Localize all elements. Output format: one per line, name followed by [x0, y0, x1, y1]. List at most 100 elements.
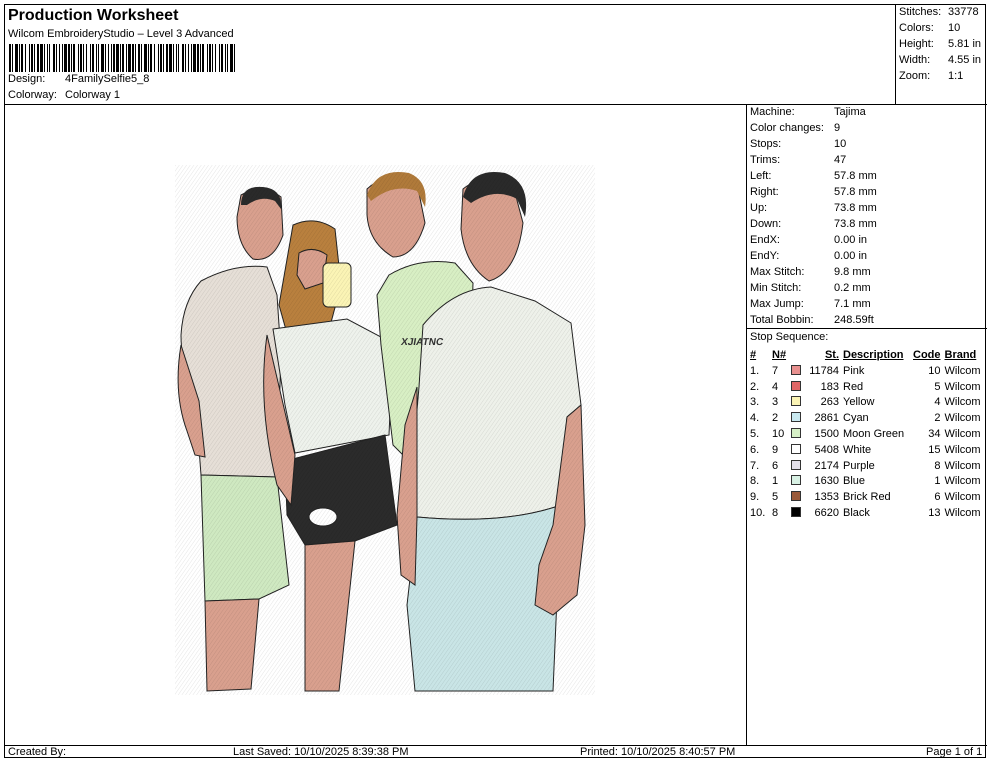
info-row: Color changes: 9	[750, 122, 840, 134]
info-label: Right:	[750, 186, 779, 198]
table-row: 7. 6 2174 Purple 8 Wilcom	[750, 458, 985, 474]
info-row: Trims: 47	[750, 154, 846, 166]
table-header-row: # N# St. Description Code Brand	[750, 347, 985, 363]
info-row: EndY: 0.00 in	[750, 250, 867, 262]
swatch-cell	[791, 458, 805, 474]
info-value: 0.00 in	[834, 234, 868, 246]
info-value: 7.1 mm	[834, 298, 871, 310]
row-code: 4	[934, 396, 941, 409]
row-brand: Wilcom	[944, 412, 981, 425]
row-code: 10	[928, 364, 941, 377]
info-row: EndX: 0.00 in	[750, 234, 867, 246]
info-label: Max Stitch:	[750, 266, 805, 278]
swatch-cell	[791, 395, 805, 411]
summary-label: Height:	[899, 38, 934, 50]
row-stitches: 183	[820, 380, 839, 393]
row-code: 15	[928, 443, 941, 456]
color-swatch	[791, 475, 801, 486]
row-description: Black	[843, 507, 870, 520]
design-label: Design:	[8, 73, 46, 85]
row-description: Purple	[843, 459, 875, 472]
row-description: Brick Red	[843, 491, 891, 504]
summary-value: 5.81 in	[948, 38, 982, 50]
col-header-stitches: St.	[824, 349, 839, 361]
row-code: 5	[934, 380, 941, 393]
printed-date: Printed: 10/10/2025 8:40:57 PM	[580, 746, 736, 758]
info-row: Machine: Tajima	[750, 106, 866, 118]
color-swatch	[791, 491, 801, 502]
row-needle: 1	[772, 475, 779, 488]
col-header-description: Description	[843, 349, 904, 361]
row-brand: Wilcom	[944, 507, 981, 520]
info-row: Left: 57.8 mm	[750, 170, 877, 182]
row-needle: 7	[772, 364, 779, 377]
swatch-cell	[791, 363, 805, 379]
info-value: 9	[834, 122, 841, 134]
row-index: 7.	[750, 459, 760, 472]
page-title: Production Worksheet	[8, 7, 179, 24]
summary-value: 33778	[948, 6, 979, 18]
table-row: 5. 10 1500 Moon Green 34 Wilcom	[750, 426, 985, 442]
machine-info-panel: Machine: Tajima Color changes: 9 Stops: 10 …	[747, 105, 987, 329]
row-description: Pink	[843, 364, 865, 377]
row-needle: 9	[772, 443, 779, 456]
info-value: 73.8 mm	[834, 202, 877, 214]
summary-label: Width:	[899, 54, 931, 66]
table-row: 9. 5 1353 Brick Red 6 Wilcom	[750, 489, 985, 505]
info-label: Machine:	[750, 106, 795, 118]
design-preview: XJIATNC	[5, 105, 747, 745]
row-code: 13	[928, 507, 941, 520]
color-swatch	[791, 507, 801, 518]
page-number: Page 1 of 1	[926, 746, 983, 758]
row-brand: Wilcom	[944, 459, 981, 472]
info-row: Up: 73.8 mm	[750, 202, 877, 214]
color-swatch	[791, 428, 801, 439]
summary-label: Zoom:	[899, 70, 931, 82]
row-needle: 5	[772, 491, 779, 504]
info-label: Total Bobbin:	[750, 314, 814, 326]
swatch-cell	[791, 505, 805, 521]
info-label: Color changes:	[750, 122, 824, 134]
info-label: Min Stitch:	[750, 282, 802, 294]
row-stitches: 2861	[814, 412, 839, 425]
row-needle: 3	[772, 396, 779, 409]
table-row: 8. 1 1630 Blue 1 Wilcom	[750, 474, 985, 490]
swatch-cell	[791, 410, 805, 426]
info-row: Max Stitch: 9.8 mm	[750, 266, 871, 278]
barcode	[9, 44, 235, 72]
info-row: Total Bobbin: 248.59ft	[750, 314, 874, 326]
info-row: Max Jump: 7.1 mm	[750, 298, 871, 310]
info-row: Stops: 10	[750, 138, 846, 150]
design-row: Design: 4FamilySelfie5_8	[8, 73, 149, 85]
swatch-cell	[791, 379, 805, 395]
info-row: Right: 57.8 mm	[750, 186, 877, 198]
col-header-swatch	[791, 347, 805, 363]
info-row: Down: 73.8 mm	[750, 218, 877, 230]
design-value: 4FamilySelfie5_8	[65, 73, 150, 85]
row-index: 9.	[750, 491, 760, 504]
row-needle: 6	[772, 459, 779, 472]
summary-label: Stitches:	[899, 6, 942, 18]
row-description: Red	[843, 380, 864, 393]
summary-row: Height: 5.81 in	[899, 38, 981, 50]
swatch-cell	[791, 489, 805, 505]
col-header-needle: N#	[772, 349, 787, 361]
row-index: 5.	[750, 428, 760, 441]
last-saved: Last Saved: 10/10/2025 8:39:38 PM	[233, 746, 409, 758]
info-value: 0.00 in	[834, 250, 868, 262]
stop-sequence-panel: Stop Sequence: # N# St. Description Code…	[747, 329, 987, 745]
summary-row: Width: 4.55 in	[899, 54, 981, 66]
info-label: Down:	[750, 218, 782, 230]
info-label: EndY:	[750, 250, 780, 262]
info-label: Left:	[750, 170, 772, 182]
row-stitches: 1500	[814, 428, 839, 441]
color-swatch	[791, 396, 801, 407]
row-code: 2	[934, 412, 941, 425]
row-index: 4.	[750, 412, 760, 425]
color-swatch	[791, 380, 801, 391]
summary-value: 10	[948, 22, 961, 34]
summary-row: Stitches: 33778	[899, 6, 979, 18]
colorway-row: Colorway: Colorway 1	[8, 89, 120, 101]
row-description: White	[843, 443, 872, 456]
info-value: Tajima	[834, 106, 866, 118]
